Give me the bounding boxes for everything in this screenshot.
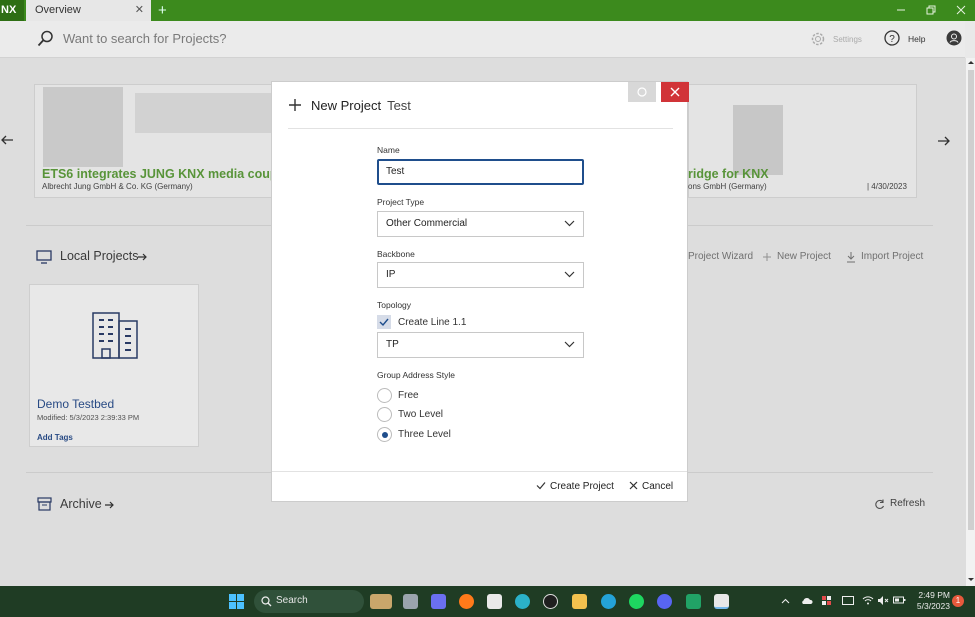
dialog-maximize-button[interactable] bbox=[628, 82, 656, 102]
store-icon[interactable] bbox=[487, 594, 502, 609]
tab-overview[interactable]: Overview ✕ bbox=[26, 0, 151, 21]
gear-icon[interactable] bbox=[810, 31, 826, 47]
search-input[interactable]: Want to search for Projects? bbox=[63, 31, 227, 46]
tab-close-icon[interactable]: ✕ bbox=[135, 0, 144, 21]
dialog-title-text: New Project bbox=[311, 98, 382, 113]
ets-app-icon[interactable] bbox=[714, 594, 729, 609]
radio-button[interactable] bbox=[377, 407, 392, 422]
backbone-value: IP bbox=[386, 269, 396, 280]
widgets-icon[interactable] bbox=[370, 594, 392, 609]
header: Want to search for Projects? Settings ? … bbox=[0, 21, 965, 58]
new-project-dialog: New Project Test Name Test Project Type O… bbox=[271, 81, 689, 502]
app-logo: NX bbox=[0, 0, 24, 21]
new-tab-button[interactable]: + bbox=[158, 0, 167, 21]
cancel-label: Cancel bbox=[642, 481, 674, 492]
check-icon bbox=[379, 318, 389, 327]
checkbox-box[interactable] bbox=[377, 315, 391, 329]
clock-date: 5/3/2023 bbox=[916, 601, 950, 611]
project-type-select[interactable]: Other Commercial bbox=[377, 211, 584, 237]
scrollbar-thumb[interactable] bbox=[968, 70, 974, 530]
taskbar-search[interactable]: Search bbox=[254, 590, 364, 613]
clock-time: 2:49 PM bbox=[918, 590, 950, 600]
backbone-select[interactable]: IP bbox=[377, 262, 584, 288]
group-address-label: Group Address Style bbox=[377, 370, 455, 380]
help-icon[interactable]: ? bbox=[884, 30, 900, 46]
teams-icon[interactable] bbox=[431, 594, 446, 609]
windows-start-icon[interactable] bbox=[229, 594, 244, 609]
radio-button-selected[interactable] bbox=[377, 427, 392, 442]
keyboard-icon[interactable] bbox=[842, 596, 854, 605]
discord-icon[interactable] bbox=[657, 594, 672, 609]
radio-label: Three Level bbox=[398, 429, 451, 440]
svg-text:?: ? bbox=[889, 34, 895, 45]
window-close-icon[interactable] bbox=[956, 5, 966, 15]
check-icon bbox=[536, 482, 546, 490]
circle-icon bbox=[637, 87, 647, 97]
project-type-label: Project Type bbox=[377, 197, 425, 207]
taskbar-clock[interactable]: 2:49 PM 5/3/2023 bbox=[910, 590, 950, 612]
divider bbox=[288, 128, 673, 129]
notification-badge[interactable]: 1 bbox=[952, 595, 964, 607]
scrollbar[interactable] bbox=[965, 58, 975, 586]
onedrive-icon[interactable] bbox=[800, 596, 813, 605]
project-type-value: Other Commercial bbox=[386, 218, 468, 229]
chevron-down-icon bbox=[564, 341, 575, 348]
cortana-icon[interactable] bbox=[601, 594, 616, 609]
scroll-up-icon[interactable] bbox=[967, 59, 975, 65]
chevron-up-icon[interactable] bbox=[781, 598, 790, 604]
close-icon bbox=[629, 481, 638, 490]
chevron-down-icon bbox=[564, 271, 575, 278]
spotify-icon[interactable] bbox=[629, 594, 644, 609]
app-tray-icon[interactable] bbox=[821, 595, 832, 606]
dialog-close-button[interactable] bbox=[661, 82, 689, 102]
create-line-label: Create Line 1.1 bbox=[398, 317, 467, 328]
chevron-down-icon bbox=[564, 220, 575, 227]
scroll-down-icon[interactable] bbox=[967, 577, 975, 583]
close-icon bbox=[670, 87, 680, 97]
minimize-icon[interactable] bbox=[896, 6, 906, 14]
create-project-button[interactable]: Create Project bbox=[536, 481, 614, 492]
radio-button[interactable] bbox=[377, 388, 392, 403]
edge-icon[interactable] bbox=[515, 594, 530, 609]
search-icon bbox=[261, 596, 272, 607]
search-icon bbox=[37, 30, 53, 47]
help-label[interactable]: Help bbox=[908, 34, 925, 44]
volume-muted-icon[interactable] bbox=[877, 595, 889, 606]
settings-label[interactable]: Settings bbox=[833, 35, 862, 44]
radio-label: Free bbox=[398, 390, 419, 401]
file-explorer-icon[interactable] bbox=[572, 594, 587, 609]
dell-icon[interactable] bbox=[543, 594, 558, 609]
plus-icon bbox=[289, 99, 301, 111]
dialog-footer: Create Project Cancel bbox=[272, 471, 687, 502]
excel-icon[interactable] bbox=[686, 594, 701, 609]
topology-value: TP bbox=[386, 339, 399, 350]
taskbar: Search 2:49 PM 5/3/2023 1 bbox=[0, 586, 975, 617]
battery-icon[interactable] bbox=[893, 596, 906, 605]
user-avatar-icon[interactable] bbox=[946, 30, 962, 46]
backbone-label: Backbone bbox=[377, 249, 415, 259]
title-bar: NX Overview ✕ + bbox=[0, 0, 975, 21]
dialog-project-name: Test bbox=[387, 98, 411, 113]
task-view-icon[interactable] bbox=[403, 594, 418, 609]
firefox-icon[interactable] bbox=[459, 594, 474, 609]
wifi-icon[interactable] bbox=[862, 595, 874, 605]
name-field[interactable]: Test bbox=[377, 159, 584, 185]
create-project-label: Create Project bbox=[550, 481, 614, 492]
tab-overview-label: Overview bbox=[35, 4, 81, 16]
dialog-title: New Project Test bbox=[311, 98, 411, 113]
name-label: Name bbox=[377, 145, 400, 155]
taskbar-search-label: Search bbox=[276, 595, 308, 606]
radio-label: Two Level bbox=[398, 409, 444, 420]
topology-label: Topology bbox=[377, 300, 412, 310]
restore-icon[interactable] bbox=[926, 5, 936, 15]
cancel-button[interactable]: Cancel bbox=[629, 481, 673, 492]
topology-select[interactable]: TP bbox=[377, 332, 584, 358]
